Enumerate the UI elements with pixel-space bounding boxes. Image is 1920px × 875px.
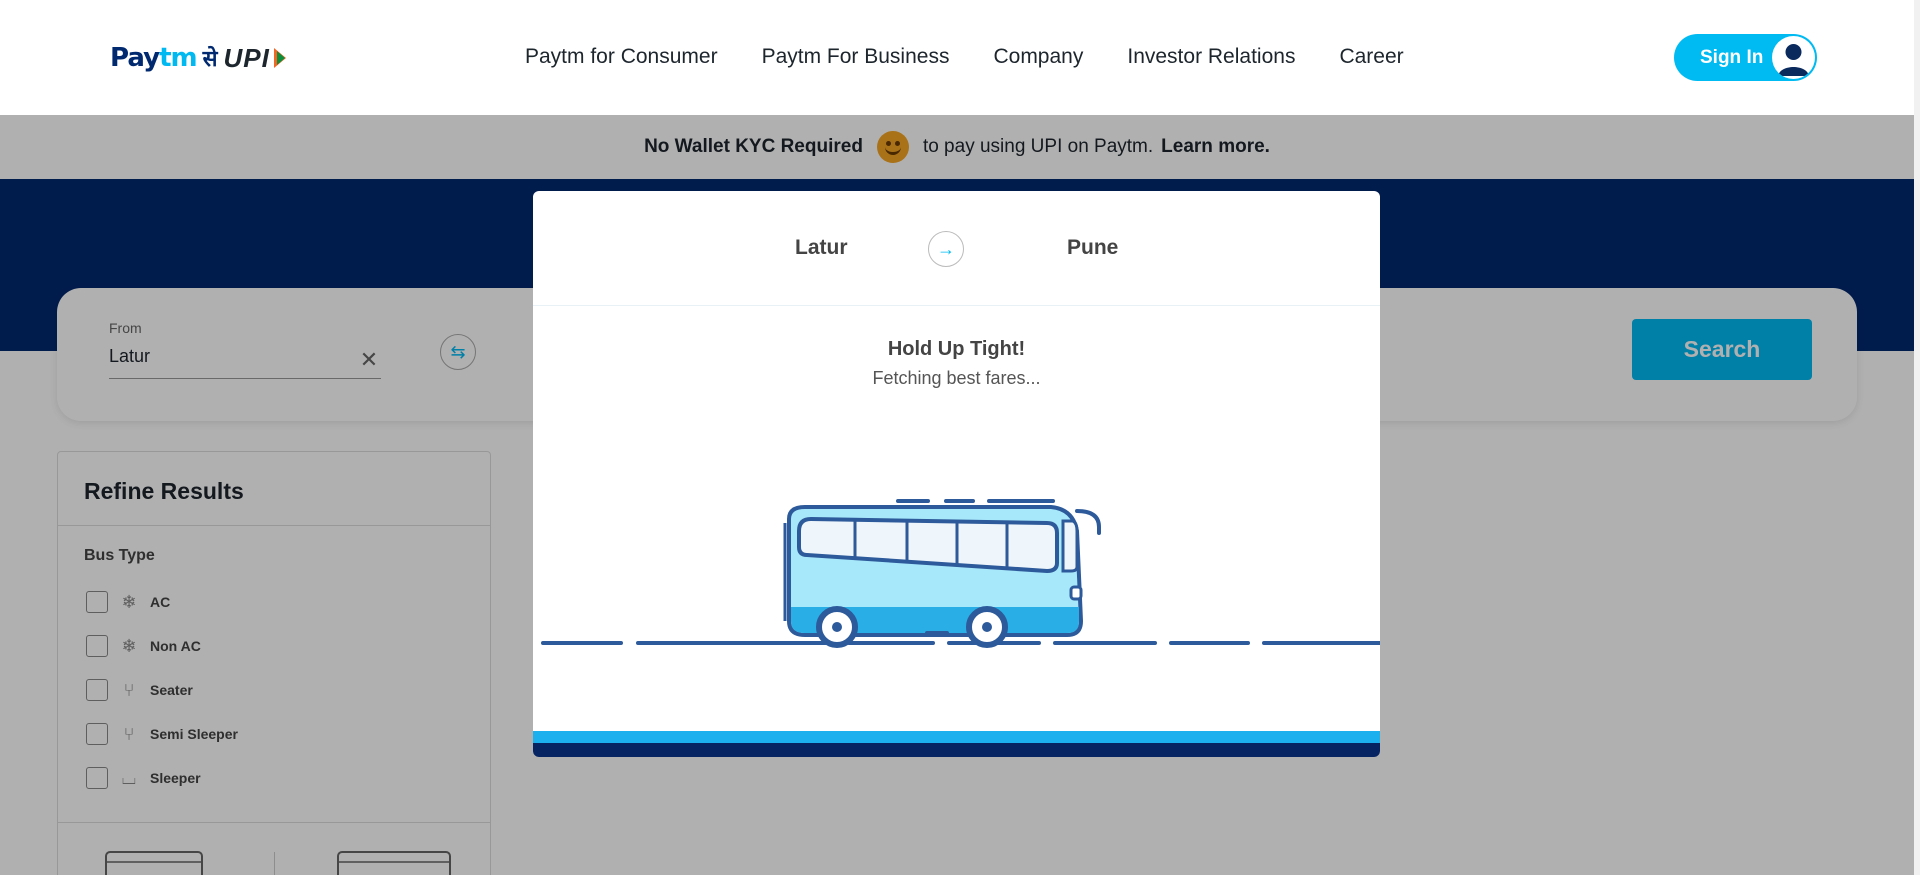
logo-se-text: से [202,46,218,71]
fetching-fares-modal: Latur → Pune Hold Up Tight! Fetching bes… [533,191,1380,757]
nav-paytm-for-business[interactable]: Paytm For Business [762,45,950,69]
site-header: Paytm से UPI Paytm for Consumer Paytm Fo… [0,0,1914,115]
nav-investor-relations[interactable]: Investor Relations [1127,45,1295,69]
nav-paytm-for-consumer[interactable]: Paytm for Consumer [525,45,718,69]
page-scrollbar[interactable] [1914,0,1920,875]
route-header: Latur → Pune [533,191,1380,306]
nav-career[interactable]: Career [1339,45,1403,69]
main-nav: Paytm for Consumer Paytm For Business Co… [525,45,1404,69]
upi-arrow-icon [273,48,286,68]
arrow-right-icon: → [928,231,964,267]
loading-subheading: Fetching best fares... [872,368,1041,388]
loading-heading: Hold Up Tight! [887,338,1026,360]
paytm-upi-logo[interactable]: Paytm से UPI [110,42,288,74]
nav-company[interactable]: Company [993,45,1083,69]
to-city: Pune [1067,236,1119,259]
modal-footer-bar [533,743,1380,757]
sign-in-label: Sign In [1700,46,1764,68]
from-city: Latur [795,236,848,259]
sign-in-button[interactable]: Sign In [1674,34,1817,81]
bus-illustration [541,499,1380,648]
paytm-wordmark: Paytm [110,43,198,73]
user-avatar-icon [1772,36,1815,79]
loading-progress-bar [533,731,1380,743]
upi-wordmark: UPI [223,42,270,73]
